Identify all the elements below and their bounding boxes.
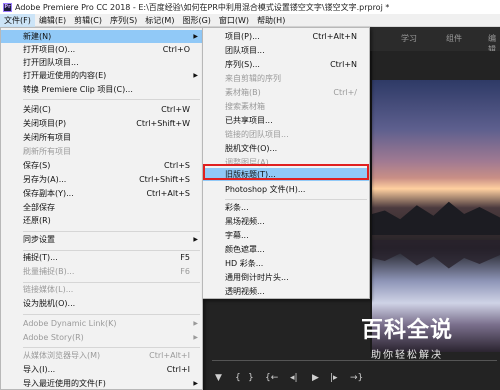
new-color-matte[interactable]: 颜色遮罩... bbox=[203, 243, 369, 256]
out-point-icon[interactable]: } bbox=[248, 373, 254, 383]
file-menu-open-project[interactable]: 打开项目(O)... Ctrl+O bbox=[1, 43, 202, 56]
highlight-annotation-box bbox=[203, 164, 369, 180]
new-photoshop-file[interactable]: Photoshop 文件(H)... bbox=[203, 183, 369, 196]
new-shared-project[interactable]: 已共享项目... bbox=[203, 114, 369, 127]
file-menu-save-as[interactable]: 另存为(A)... Ctrl+Shift+S bbox=[1, 173, 202, 186]
file-menu-open-team-project[interactable]: 打开团队项目... bbox=[1, 56, 202, 69]
menu-separator bbox=[23, 314, 200, 315]
file-menu-save-copy[interactable]: 保存副本(Y)... Ctrl+Alt+S bbox=[1, 187, 202, 200]
chevron-right-icon: ▶ bbox=[193, 72, 198, 79]
menu-help[interactable]: 帮助(H) bbox=[253, 14, 289, 27]
watermark-title: 百科全说 bbox=[360, 318, 453, 343]
menu-separator bbox=[23, 347, 200, 348]
title-bar: Pr Adobe Premiere Pro CC 2018 - E:\百度经验\… bbox=[0, 0, 500, 14]
workspace-bar bbox=[370, 27, 500, 51]
menu-marker[interactable]: 标记(M) bbox=[141, 14, 178, 27]
window-title: Adobe Premiere Pro CC 2018 - E:\百度经验\如何在… bbox=[15, 2, 390, 12]
viewer-header bbox=[370, 51, 500, 80]
workspace-tab-learn[interactable]: 学习 bbox=[401, 33, 417, 44]
go-to-out-icon[interactable]: →} bbox=[350, 373, 363, 383]
step-forward-icon[interactable]: |▸ bbox=[330, 373, 338, 383]
new-project[interactable]: 项目(P)... Ctrl+Alt+N bbox=[203, 30, 369, 43]
marker-icon[interactable]: ▼ bbox=[215, 373, 222, 383]
new-countdown-leader[interactable]: 通用倒计时片头... bbox=[203, 271, 369, 284]
step-back-icon[interactable]: ◂| bbox=[290, 373, 298, 383]
file-menu-close[interactable]: 关闭(C) Ctrl+W bbox=[1, 103, 202, 116]
file-menu-make-offline[interactable]: 设为脱机(O)... bbox=[1, 297, 202, 310]
file-menu-dynamic-link: Adobe Dynamic Link(K) ▶ bbox=[23, 319, 198, 328]
new-captions[interactable]: 字幕... bbox=[203, 229, 369, 242]
file-menu-new[interactable]: 新建(N) ▶ bbox=[1, 30, 202, 43]
new-linked-team-project: 链接的团队项目... bbox=[225, 130, 289, 139]
in-point-icon[interactable]: { bbox=[235, 373, 241, 383]
panel-divider bbox=[370, 51, 372, 352]
new-bin: 素材箱(B) Ctrl+/ bbox=[225, 88, 357, 97]
file-menu-save-all[interactable]: 全部保存 bbox=[1, 201, 202, 214]
file-menu-convert-clip[interactable]: 转换 Premiere Clip 项目(C)... bbox=[1, 83, 202, 96]
file-menu-save[interactable]: 保存(S) Ctrl+S bbox=[1, 159, 202, 172]
new-hd-bars[interactable]: HD 彩条... bbox=[203, 257, 369, 270]
new-bars-and-tone[interactable]: 彩条... bbox=[203, 201, 369, 214]
workspace-tab-assembly[interactable]: 组件 bbox=[446, 33, 462, 44]
new-sequence[interactable]: 序列(S)... Ctrl+N bbox=[203, 58, 369, 71]
file-menu-link-media: 链接媒体(L)... bbox=[23, 285, 74, 294]
file-menu-import[interactable]: 导入(I)... Ctrl+I bbox=[1, 363, 202, 376]
file-menu-close-project[interactable]: 关闭项目(P) Ctrl+Shift+W bbox=[1, 117, 202, 130]
mountain-reflection bbox=[372, 240, 500, 269]
chevron-right-icon: ▶ bbox=[193, 334, 198, 341]
menu-window[interactable]: 窗口(W) bbox=[215, 14, 253, 27]
new-search-bin: 搜索素材箱 bbox=[225, 102, 265, 111]
go-to-in-icon[interactable]: {← bbox=[265, 373, 278, 383]
file-menu-refresh-all: 刷新所有项目 bbox=[23, 147, 71, 156]
file-menu-adobe-story: Adobe Story(R) ▶ bbox=[23, 333, 198, 342]
new-black-video[interactable]: 黑场视频... bbox=[203, 215, 369, 228]
chevron-right-icon: ▶ bbox=[193, 380, 198, 387]
play-icon[interactable]: ▶ bbox=[312, 373, 319, 383]
new-team-project[interactable]: 团队项目... bbox=[203, 44, 369, 57]
chevron-right-icon: ▶ bbox=[193, 320, 198, 327]
menu-graphics[interactable]: 图形(G) bbox=[178, 14, 214, 27]
menu-clip[interactable]: 剪辑(C) bbox=[70, 14, 106, 27]
premiere-app-icon: Pr bbox=[3, 2, 12, 12]
file-menu-import-from-browser: 从媒体浏览器导入(M) Ctrl+Alt+I bbox=[23, 351, 190, 360]
file-menu-batch-capture: 批量捕捉(B)... F6 bbox=[23, 267, 190, 276]
file-menu-close-all[interactable]: 关闭所有项目 bbox=[1, 131, 202, 144]
menu-separator bbox=[225, 199, 367, 200]
file-menu-sync-settings[interactable]: 同步设置 ▶ bbox=[1, 233, 202, 246]
menu-bar: 文件(F) 编辑(E) 剪辑(C) 序列(S) 标记(M) 图形(G) 窗口(W… bbox=[0, 13, 500, 27]
new-transparent-video[interactable]: 透明视频... bbox=[203, 285, 369, 298]
file-menu-open-recent[interactable]: 打开最近使用的内容(E) ▶ bbox=[1, 69, 202, 82]
file-menu: 新建(N) ▶ 打开项目(O)... Ctrl+O 打开团队项目... 打开最近使用… bbox=[0, 27, 203, 390]
file-menu-capture[interactable]: 捕捉(T)... F5 bbox=[1, 251, 202, 264]
menu-edit[interactable]: 编辑(E) bbox=[35, 14, 70, 27]
chevron-right-icon: ▶ bbox=[193, 236, 198, 243]
mountain-silhouette bbox=[372, 201, 500, 235]
menu-sequence[interactable]: 序列(S) bbox=[106, 14, 141, 27]
menu-file[interactable]: 文件(F) bbox=[0, 13, 35, 27]
new-offline-file[interactable]: 脱机文件(O)... bbox=[203, 142, 369, 155]
chevron-right-icon: ▶ bbox=[193, 33, 198, 40]
new-sequence-from-clip: 来自剪辑的序列 bbox=[225, 74, 281, 83]
file-menu-import-recent[interactable]: 导入最近使用的文件(F) ▶ bbox=[1, 377, 202, 390]
file-menu-revert[interactable]: 还原(R) bbox=[1, 214, 202, 227]
watermark-subtitle: 助你轻松解决 bbox=[371, 350, 443, 361]
menu-separator bbox=[23, 231, 200, 232]
new-submenu: 项目(P)... Ctrl+Alt+N 团队项目... 序列(S)... Ctrl+… bbox=[202, 27, 370, 299]
menu-separator bbox=[23, 99, 200, 100]
